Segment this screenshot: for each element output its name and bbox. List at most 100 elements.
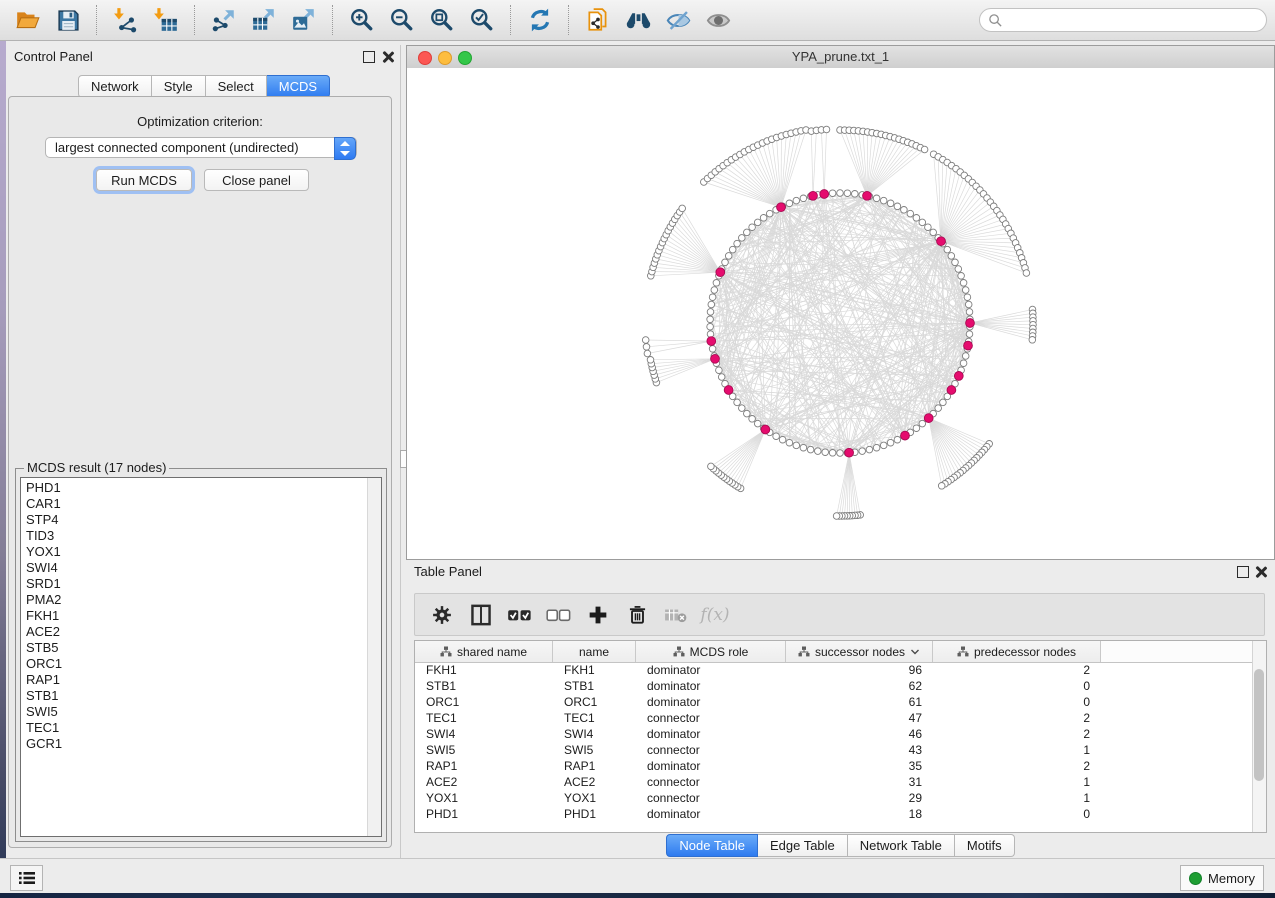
table-cell: 18	[786, 806, 933, 822]
column-header-name[interactable]: name	[553, 641, 636, 662]
table-cell: 1	[933, 790, 1101, 806]
create-column-plus-icon[interactable]	[585, 602, 611, 628]
mcds-result-item[interactable]: CAR1	[26, 496, 381, 512]
tree-column-icon	[440, 646, 452, 657]
zoom-out-icon[interactable]	[387, 4, 417, 36]
table-cell: 2	[933, 726, 1101, 742]
tab-network-table[interactable]: Network Table	[848, 834, 955, 857]
export-network-icon[interactable]	[209, 4, 239, 36]
table-row[interactable]: SWI5SWI5connector431	[415, 742, 1253, 758]
table-row[interactable]: ORC1ORC1dominator610	[415, 694, 1253, 710]
memory-button[interactable]: Memory	[1180, 865, 1264, 891]
table-cell: 62	[786, 678, 933, 694]
sort-desc-icon[interactable]	[910, 648, 920, 655]
mcds-result-item[interactable]: SWI4	[26, 560, 381, 576]
search-input[interactable]	[1003, 12, 1247, 29]
mcds-result-item[interactable]: PHD1	[26, 480, 381, 496]
table-cell: FKH1	[553, 662, 636, 678]
mcds-result-list[interactable]: PHD1CAR1STP4TID3YOX1SWI4SRD1PMA2FKH1ACE2…	[20, 477, 382, 837]
float-panel-icon[interactable]	[363, 51, 375, 63]
criterion-select[interactable]: largest connected component (undirected)	[45, 137, 357, 158]
network-window-titlebar[interactable]: YPA_prune.txt_1	[407, 46, 1274, 69]
tree-column-icon	[673, 646, 685, 657]
tab-mcds[interactable]: MCDS	[267, 75, 330, 98]
mcds-result-item[interactable]: SWI5	[26, 704, 381, 720]
column-header-MCDS-role[interactable]: MCDS role	[636, 641, 786, 662]
application-window: Control Panel Network Style Select MCDS …	[0, 0, 1275, 898]
select-all-icon[interactable]	[507, 602, 533, 628]
table-row[interactable]: TEC1TEC1connector472	[415, 710, 1253, 726]
table-cell: 2	[933, 758, 1101, 774]
table-row[interactable]: YOX1YOX1connector291	[415, 790, 1253, 806]
delete-table-icon-disabled	[663, 602, 689, 628]
mcds-result-item[interactable]: TEC1	[26, 720, 381, 736]
close-panel-icon[interactable]	[382, 51, 394, 63]
close-table-panel-icon[interactable]	[1255, 566, 1267, 578]
column-header-predecessor-nodes[interactable]: predecessor nodes	[933, 641, 1101, 662]
tab-network[interactable]: Network	[78, 75, 152, 98]
mcds-result-item[interactable]: ORC1	[26, 656, 381, 672]
mcds-result-item[interactable]: FKH1	[26, 608, 381, 624]
mcds-result-item[interactable]: SRD1	[26, 576, 381, 592]
result-scrollbar[interactable]	[367, 478, 381, 836]
function-builder-icon-disabled: f(x)	[702, 602, 728, 628]
mcds-result-item[interactable]: STB1	[26, 688, 381, 704]
float-table-panel-icon[interactable]	[1237, 566, 1249, 578]
column-header-shared-name[interactable]: shared name	[415, 641, 553, 662]
table-scrollbar[interactable]	[1252, 641, 1266, 832]
table-cell: 96	[786, 662, 933, 678]
export-image-icon[interactable]	[289, 4, 319, 36]
zoom-selected-icon[interactable]	[467, 4, 497, 36]
tab-motifs[interactable]: Motifs	[955, 834, 1015, 857]
table-row[interactable]: SWI4SWI4dominator462	[415, 726, 1253, 742]
search-field[interactable]	[979, 8, 1267, 32]
mcds-result-item[interactable]: ACE2	[26, 624, 381, 640]
find-network-icon[interactable]	[623, 4, 653, 36]
mcds-result-item[interactable]: STB5	[26, 640, 381, 656]
tab-node-table[interactable]: Node Table	[666, 834, 758, 857]
save-session-icon[interactable]	[53, 4, 83, 36]
table-cell: 1	[933, 774, 1101, 790]
mcds-tab-content: Optimization criterion: largest connecte…	[8, 96, 392, 848]
table-cell: 46	[786, 726, 933, 742]
status-bar: Memory	[0, 858, 1275, 893]
mcds-result-item[interactable]: GCR1	[26, 736, 381, 752]
mcds-result-item[interactable]: YOX1	[26, 544, 381, 560]
mcds-result-item[interactable]: STP4	[26, 512, 381, 528]
zoom-in-icon[interactable]	[347, 4, 377, 36]
import-network-icon[interactable]	[111, 4, 141, 36]
import-table-icon[interactable]	[151, 4, 181, 36]
mcds-result-item[interactable]: PMA2	[26, 592, 381, 608]
hide-panels-icon[interactable]	[663, 4, 693, 36]
table-row[interactable]: STB1STB1dominator620	[415, 678, 1253, 694]
table-row[interactable]: RAP1RAP1dominator352	[415, 758, 1253, 774]
table-cell: 47	[786, 710, 933, 726]
delete-column-trash-icon[interactable]	[624, 602, 650, 628]
tab-style[interactable]: Style	[152, 75, 206, 98]
run-mcds-button[interactable]: Run MCDS	[96, 169, 192, 191]
show-panels-icon[interactable]	[703, 4, 733, 36]
deselect-all-icon[interactable]	[546, 602, 572, 628]
mcds-result-item[interactable]: TID3	[26, 528, 381, 544]
network-canvas[interactable]	[407, 68, 1274, 559]
tab-edge-table[interactable]: Edge Table	[758, 834, 848, 857]
table-row[interactable]: PHD1PHD1dominator180	[415, 806, 1253, 822]
mcds-result-item[interactable]: RAP1	[26, 672, 381, 688]
table-cell: connector	[636, 710, 786, 726]
show-columns-icon[interactable]	[468, 602, 494, 628]
task-history-button[interactable]	[10, 865, 43, 891]
close-panel-button[interactable]: Close panel	[204, 169, 309, 191]
table-row[interactable]: ACE2ACE2connector311	[415, 774, 1253, 790]
table-settings-gear-icon[interactable]	[429, 602, 455, 628]
table-scrollbar-thumb[interactable]	[1254, 669, 1264, 781]
table-row[interactable]: FKH1FKH1dominator962	[415, 662, 1253, 678]
zoom-fit-icon[interactable]	[427, 4, 457, 36]
tab-select[interactable]: Select	[206, 75, 267, 98]
column-header-successor-nodes[interactable]: successor nodes	[786, 641, 933, 662]
toolbar-separator	[568, 5, 570, 35]
refresh-view-icon[interactable]	[525, 4, 555, 36]
open-session-icon[interactable]	[13, 4, 43, 36]
clone-network-icon[interactable]	[583, 4, 613, 36]
export-table-icon[interactable]	[249, 4, 279, 36]
table-cell: SWI5	[553, 742, 636, 758]
